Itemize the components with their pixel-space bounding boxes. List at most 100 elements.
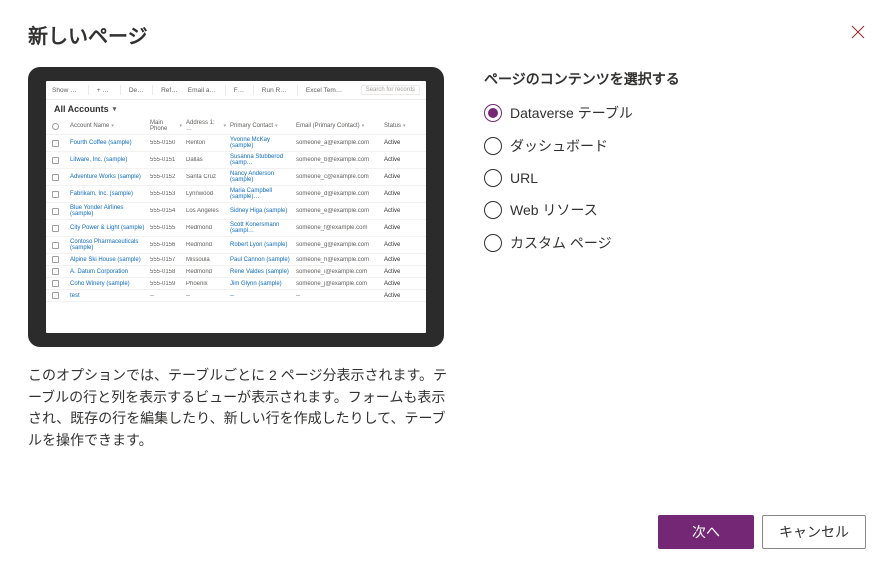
row-checkbox: [52, 292, 59, 299]
col-contact: Primary Contact: [230, 123, 292, 129]
cell-phone: 555-0158: [150, 269, 182, 275]
cell-status: Active: [384, 174, 408, 180]
cell-email: someone_f@example.com: [296, 225, 380, 231]
options-column: ページのコンテンツを選択する Dataverse テーブルダッシュボードURLW…: [484, 67, 866, 505]
cell-email: someone_j@example.com: [296, 281, 380, 287]
cell-email: someone_d@example.com: [296, 191, 380, 197]
cell-contact: Jim Glynn (sample): [230, 281, 292, 287]
dialog-body: Show Chart + New Delete Refresh Email a …: [28, 67, 866, 505]
radio-option-dataverse[interactable]: Dataverse テーブル: [484, 103, 866, 123]
content-type-radio-group: Dataverse テーブルダッシュボード URL Web リソースカスタム ページ: [484, 103, 866, 253]
dialog-footer: 次へ キャンセル: [28, 505, 866, 549]
preview-screen: Show Chart + New Delete Refresh Email a …: [46, 81, 426, 333]
dialog-header: 新しいページ: [28, 20, 866, 49]
row-checkbox: [52, 174, 59, 181]
cell-name: Fourth Coffee (sample): [70, 140, 146, 146]
toolbar-excel: Excel Templates: [306, 87, 345, 94]
row-checkbox: [52, 268, 59, 275]
radio-label: カスタム ページ: [510, 233, 612, 253]
radio-option-custom[interactable]: カスタム ページ: [484, 233, 866, 253]
cell-email: someone_e@example.com: [296, 208, 380, 214]
cell-phone: 555-0152: [150, 174, 182, 180]
preview-column: Show Chart + New Delete Refresh Email a …: [28, 67, 448, 505]
col-name: Account Name: [70, 123, 146, 129]
row-checkbox: [52, 140, 59, 147]
cell-email: someone_g@example.com: [296, 242, 380, 248]
col-status: Status: [384, 123, 408, 129]
cell-city: Los Angeles: [186, 208, 226, 214]
row-checkbox: [52, 208, 59, 215]
radio-icon: [484, 201, 502, 219]
cell-email: someone_a@example.com: [296, 140, 380, 146]
cell-phone: 555-0155: [150, 225, 182, 231]
cell-status: Active: [384, 242, 408, 248]
radio-option-dashboard[interactable]: ダッシュボード: [484, 136, 866, 156]
radio-label: Dataverse テーブル: [510, 103, 633, 123]
cell-contact: --: [230, 293, 292, 299]
cell-contact: Nancy Anderson (sample): [230, 171, 292, 183]
table-row: Coho Winery (sample)555-0159PhoenixJim G…: [46, 278, 426, 290]
col-phone: Main Phone: [150, 120, 182, 132]
cell-contact: Paul Cannon (sample): [230, 257, 292, 263]
radio-icon: [484, 234, 502, 252]
cell-contact: Sidney Higa (sample): [230, 208, 292, 214]
cell-phone: 555-0154: [150, 208, 182, 214]
table-row: Adventure Works (sample)555-0152Santa Cr…: [46, 169, 426, 186]
cell-phone: 555-0156: [150, 242, 182, 248]
col-email: Email (Primary Contact): [296, 123, 380, 129]
next-button[interactable]: 次へ: [658, 515, 754, 549]
row-checkbox: [52, 157, 59, 164]
cell-contact: Yvonne McKay (sample): [230, 137, 292, 149]
toolbar-flow: Flow: [234, 87, 245, 94]
cell-name: A. Datum Corporation: [70, 269, 146, 275]
cell-city: Redmond: [186, 269, 226, 275]
close-icon: [851, 25, 865, 39]
cell-phone: 555-0159: [150, 281, 182, 287]
chevron-down-icon: ▾: [113, 105, 117, 113]
cell-status: Active: [384, 140, 408, 146]
cell-email: someone_i@example.com: [296, 269, 380, 275]
toolbar-search: Search for records: [361, 85, 420, 95]
dialog-title: 新しいページ: [28, 20, 148, 49]
radio-label: URL: [510, 170, 538, 186]
radio-icon: [484, 137, 502, 155]
cell-email: someone_b@example.com: [296, 157, 380, 163]
preview-view-title-row: All Accounts ▾: [46, 100, 426, 118]
preview-grid-header: Account Name Main Phone Address 1: … Pri…: [46, 118, 426, 135]
toolbar-new: + New: [97, 87, 112, 94]
cell-name: Litware, Inc. (sample): [70, 157, 146, 163]
cell-city: --: [186, 293, 226, 299]
cell-status: Active: [384, 208, 408, 214]
cell-city: Dallas: [186, 157, 226, 163]
table-row: Blue Yonder Airlines (sample) 555-0154 Los…: [46, 203, 426, 220]
row-checkbox: [52, 191, 59, 198]
cell-city: Lynnwood: [186, 191, 226, 197]
table-row: City Power & Light (sample)555-0155Redmo…: [46, 220, 426, 237]
cell-email: someone_h@example.com: [296, 257, 380, 263]
preview-grid-body: Fourth Coffee (sample)555-0150RentonYvon…: [46, 135, 426, 302]
toolbar-report: Run Report: [262, 87, 289, 94]
cell-city: Missoula: [186, 257, 226, 263]
cancel-button[interactable]: キャンセル: [762, 515, 866, 549]
radio-icon: [484, 104, 502, 122]
cell-name: Contoso Pharmaceuticals (sample): [70, 239, 146, 251]
cell-name: Adventure Works (sample): [70, 174, 146, 180]
cell-name: Alpine Ski House (sample): [70, 257, 146, 263]
row-checkbox: [52, 256, 59, 263]
cell-email: --: [296, 293, 380, 299]
row-checkbox: [52, 280, 59, 287]
cell-phone: 555-0157: [150, 257, 182, 263]
cell-name: test: [70, 293, 146, 299]
cell-email: someone_c@example.com: [296, 174, 380, 180]
cell-name: Blue Yonder Airlines (sample): [70, 205, 146, 217]
cell-phone: 555-0150: [150, 140, 182, 146]
cell-contact: Maria Campbell (sample)…: [230, 188, 292, 200]
close-button[interactable]: [844, 18, 872, 46]
cell-status: Active: [384, 191, 408, 197]
cell-contact: Rene Valdes (sample): [230, 269, 292, 275]
tablet-frame: Show Chart + New Delete Refresh Email a …: [28, 67, 444, 347]
radio-option-url[interactable]: URL: [484, 169, 866, 187]
select-all-checkbox: [52, 123, 59, 130]
radio-label: ダッシュボード: [510, 136, 608, 156]
radio-option-webresource[interactable]: Web リソース: [484, 200, 866, 220]
